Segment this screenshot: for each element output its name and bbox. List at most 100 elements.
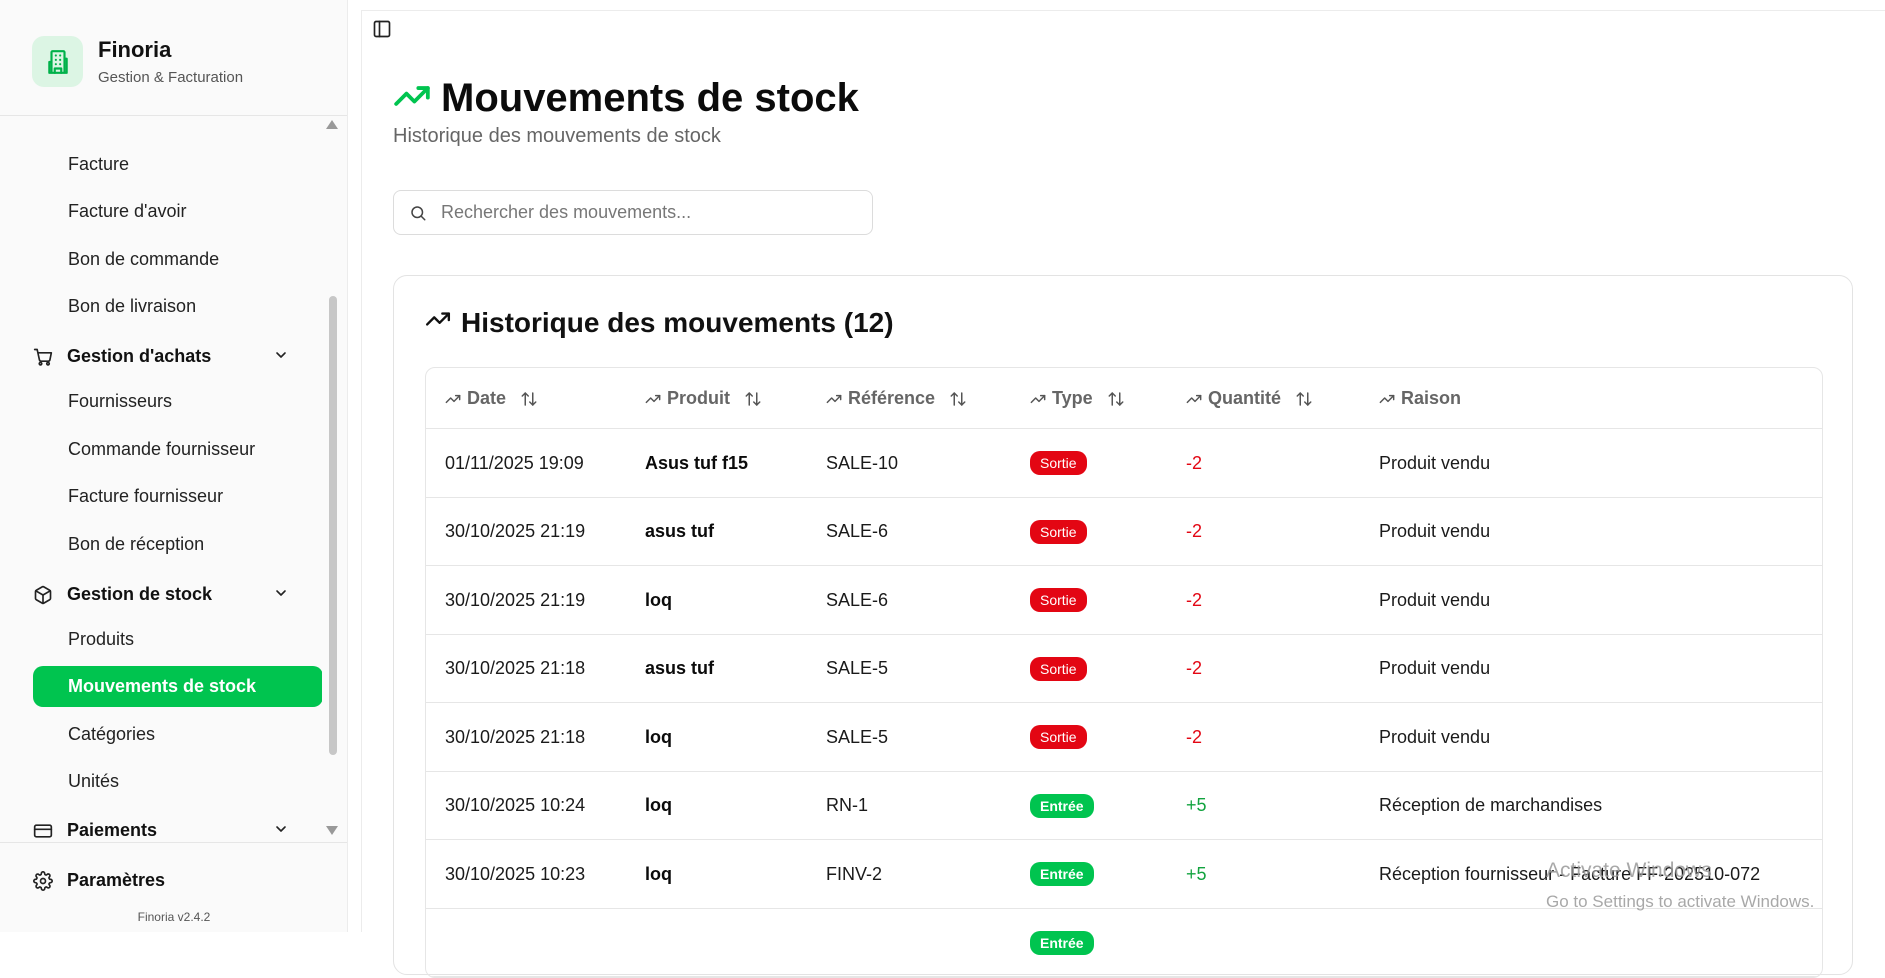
- reference-value: SALE-10: [826, 452, 899, 473]
- sidebar-item-bon-de-commande[interactable]: Bon de commande: [33, 239, 322, 280]
- cell-reason: Produit vendu: [1379, 429, 1490, 497]
- trending-up-icon: [393, 77, 431, 120]
- reference-value: SALE-6: [826, 521, 889, 541]
- product-value: loq: [645, 589, 672, 610]
- sidebar-item-label: Gestion d'achats: [67, 346, 212, 366]
- quantity-value: -2: [1186, 589, 1203, 610]
- table-row[interactable]: 30/10/2025 21:18 asus tuf SALE-5 Sortie -2 Pr…: [426, 635, 1822, 703]
- sort-icon[interactable]: [1107, 390, 1125, 408]
- sidebar-item-produits[interactable]: Produits: [33, 619, 322, 660]
- chevron-down-icon[interactable]: [273, 585, 289, 606]
- sidebar-item-label: Fournisseurs: [68, 391, 173, 411]
- reason-value: Réception de marchandises: [1379, 795, 1603, 815]
- sidebar-group-paiements[interactable]: Paiements: [33, 810, 322, 841]
- brand[interactable]: Finoria Gestion & Facturation: [32, 36, 243, 87]
- sort-icon[interactable]: [949, 390, 967, 408]
- cell-reference: SALE-5: [826, 635, 888, 703]
- sidebar-item-categories[interactable]: Catégories: [33, 714, 322, 755]
- sidebar-item-fournisseurs[interactable]: Fournisseurs: [33, 381, 322, 422]
- sidebar-item-bon-de-livraison[interactable]: Bon de livraison: [33, 286, 322, 327]
- product-value: loq: [645, 795, 672, 815]
- search-box[interactable]: [393, 190, 873, 235]
- cell-type: Sortie: [1030, 429, 1087, 497]
- app-version: Finoria v2.4.2: [137, 910, 211, 924]
- table-row[interactable]: 30/10/2025 21:19 loq SALE-6 Sortie -2 Produit…: [426, 566, 1822, 635]
- watermark-title: Activate Windows: [1546, 859, 1712, 882]
- cell-quantity: -2: [1186, 635, 1202, 703]
- settings-link[interactable]: Paramètres: [33, 870, 165, 891]
- column-header-product[interactable]: Produit: [645, 368, 762, 429]
- cell-date: 30/10/2025 10:24: [445, 772, 585, 840]
- column-header-quantity[interactable]: Quantité: [1186, 368, 1313, 429]
- column-label: Type: [1052, 388, 1093, 408]
- cell-quantity: -2: [1186, 566, 1202, 634]
- table-row[interactable]: 30/10/2025 21:18 loq SALE-5 Sortie -2 Produit…: [426, 703, 1822, 772]
- sidebar-group-gestion-d-achats[interactable]: Gestion d'achats: [33, 336, 322, 377]
- cell-date: 30/10/2025 21:19: [445, 566, 585, 634]
- sidebar-item-mouvements-de-stock[interactable]: Mouvements de stock: [33, 666, 322, 707]
- quantity-value: +5: [1186, 795, 1207, 815]
- cell-date: 01/11/2025 19:09: [445, 429, 584, 497]
- table-row[interactable]: Entrée: [426, 909, 1822, 977]
- sidebar-toggle-icon[interactable]: [372, 19, 392, 39]
- date-value: 01/11/2025 19:09: [445, 452, 584, 473]
- chevron-down-icon[interactable]: [273, 347, 289, 368]
- quantity-value: -2: [1186, 726, 1203, 747]
- sidebar-item-label: Produits: [68, 629, 135, 649]
- brand-name: Finoria: [98, 37, 172, 62]
- cell-quantity: +5: [1186, 840, 1207, 908]
- sidebar-scrollbar[interactable]: [329, 296, 337, 755]
- sidebar-group-gestion-de-stock[interactable]: Gestion de stock: [33, 574, 322, 615]
- cell-reference: SALE-5: [826, 703, 888, 771]
- scroll-up-arrow[interactable]: [326, 120, 338, 129]
- cell-reference: SALE-6: [826, 498, 888, 566]
- cell-type: Sortie: [1030, 635, 1087, 703]
- column-label: Raison: [1401, 388, 1462, 408]
- sidebar-item-label: Bon de réception: [68, 534, 205, 554]
- building-icon: [32, 36, 83, 87]
- credit-card-icon: [33, 819, 57, 842]
- sidebar-item-facture-d-avoir[interactable]: Facture d'avoir: [33, 191, 322, 232]
- sidebar-item-bon-de-reception[interactable]: Bon de réception: [33, 524, 322, 565]
- column-header-reference[interactable]: Référence: [826, 368, 967, 429]
- product-value: asus tuf: [645, 658, 715, 678]
- reason-value: Produit vendu: [1379, 589, 1491, 610]
- column-header-date[interactable]: Date: [445, 368, 538, 429]
- cell-quantity: -2: [1186, 429, 1202, 497]
- sidebar-item-label: Catégories: [68, 724, 156, 744]
- sidebar-item-facture-fournisseur[interactable]: Facture fournisseur: [33, 476, 322, 517]
- table-row[interactable]: 01/11/2025 19:09 Asus tuf f15 SALE-10 Sorti…: [426, 429, 1822, 498]
- cell-reference: FINV-2: [826, 840, 882, 908]
- table-row[interactable]: 30/10/2025 10:24 loq RN-1 Entrée +5 Réception…: [426, 772, 1822, 840]
- cell-product: loq: [645, 566, 672, 634]
- search-input[interactable]: [441, 202, 841, 223]
- card-title: Historique des mouvements (12): [461, 306, 894, 338]
- type-badge: Entrée: [1030, 862, 1094, 886]
- cell-reason: Produit vendu: [1379, 566, 1490, 634]
- date-value: 30/10/2025 21:19: [445, 589, 586, 610]
- column-label: Quantité: [1208, 388, 1282, 408]
- reference-value: SALE-5: [826, 658, 889, 678]
- sidebar-item-unites[interactable]: Unités: [33, 761, 322, 802]
- cell-type: Entrée: [1030, 772, 1094, 840]
- column-header-type[interactable]: Type: [1030, 368, 1125, 429]
- sidebar-item-commande-fournisseur[interactable]: Commande fournisseur: [33, 429, 322, 470]
- type-badge: Sortie: [1030, 656, 1087, 681]
- reference-value: SALE-6: [826, 589, 889, 610]
- sort-icon[interactable]: [744, 390, 762, 408]
- sidebar-item-label: Facture: [68, 154, 130, 174]
- sidebar-item-facture[interactable]: Facture: [33, 144, 322, 185]
- chevron-down-icon[interactable]: [273, 821, 289, 841]
- sort-icon[interactable]: [1295, 390, 1313, 408]
- cell-reference: RN-1: [826, 772, 868, 840]
- sidebar: Finoria Gestion & Facturation Facture Fac…: [0, 0, 348, 932]
- cell-date: 30/10/2025 10:23: [445, 840, 585, 908]
- column-label: Référence: [848, 388, 936, 408]
- sort-icon[interactable]: [520, 390, 538, 408]
- reference-value: SALE-5: [826, 726, 889, 747]
- table-row[interactable]: 30/10/2025 21:19 asus tuf SALE-6 Sortie -2 Pr…: [426, 498, 1822, 566]
- cell-quantity: +5: [1186, 772, 1207, 840]
- scroll-down-arrow[interactable]: [326, 826, 338, 835]
- cell-date: 30/10/2025 21:18: [445, 635, 585, 703]
- content-border: [361, 10, 362, 932]
